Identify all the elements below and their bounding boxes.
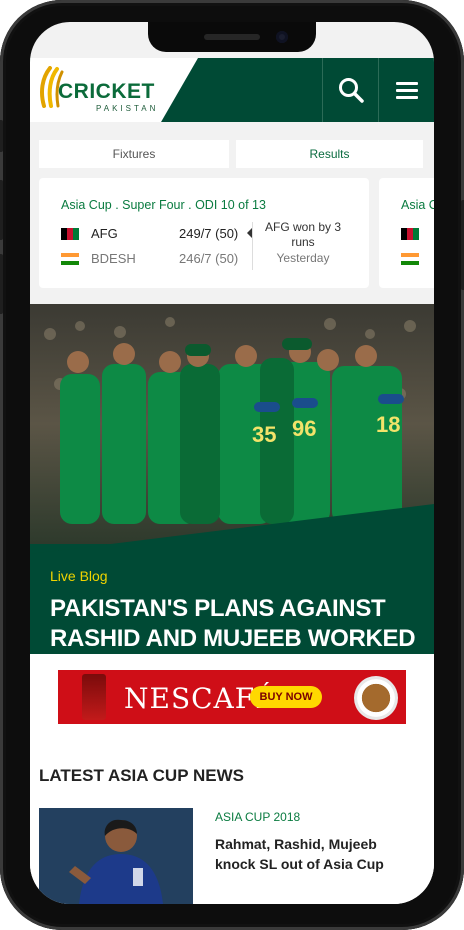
score-card[interactable]: Asia Cup . Super Four . ODI 10 of 13 AFG… bbox=[39, 178, 369, 288]
hero-article[interactable]: 35 96 18 Live Blog PAKISTAN'S PLANS AGAINS… bbox=[30, 304, 434, 654]
brand-name: CRICKET bbox=[58, 80, 155, 103]
phone-frame: CRICKET PAKISTAN Fixtures Results Asia C… bbox=[0, 0, 464, 930]
nescafe-ad-banner[interactable]: NESCAFÉ BUY NOW bbox=[58, 670, 406, 724]
hero-image: 35 96 18 bbox=[30, 304, 434, 544]
team-score: 249/7 (50) bbox=[179, 226, 239, 241]
buy-now-button[interactable]: BUY NOW bbox=[250, 686, 322, 708]
hero-tag: Live Blog bbox=[50, 568, 108, 584]
logo[interactable]: CRICKET PAKISTAN bbox=[30, 58, 198, 122]
search-button[interactable] bbox=[322, 58, 378, 122]
hero-title[interactable]: PAKISTAN'S PLANS AGAINST RASHID AND MUJE… bbox=[50, 594, 422, 654]
team-row-afg: AFG 249/7 (50) bbox=[61, 224, 251, 244]
coffee-cup-icon bbox=[354, 676, 398, 720]
brand-subtitle: PAKISTAN bbox=[96, 104, 159, 113]
news-item-title[interactable]: Rahmat, Rashid, Mujeeb knock SL out of A… bbox=[215, 834, 405, 874]
news-item-tag: ASIA CUP 2018 bbox=[215, 810, 301, 824]
team-row-bdesh: BDESH 246/7 (50) bbox=[61, 249, 251, 269]
search-icon bbox=[338, 78, 364, 103]
hamburger-menu-icon bbox=[395, 78, 418, 103]
divider bbox=[252, 222, 253, 270]
mute-switch bbox=[0, 120, 3, 152]
team-name: AFG bbox=[91, 226, 118, 241]
notch bbox=[148, 22, 316, 52]
match-title: Asia Cup . Super Four . ODI 10 of 13 bbox=[61, 198, 266, 212]
news-section-heading: LATEST ASIA CUP NEWS bbox=[39, 766, 244, 785]
india-flag-icon bbox=[401, 253, 419, 265]
winner-arrow-icon bbox=[247, 228, 252, 238]
india-flag-icon bbox=[61, 253, 79, 265]
afghanistan-flag-icon bbox=[61, 228, 79, 240]
volume-down-button bbox=[0, 254, 3, 314]
front-camera bbox=[276, 31, 288, 43]
svg-text:35: 35 bbox=[252, 422, 276, 447]
screen: CRICKET PAKISTAN Fixtures Results Asia C… bbox=[30, 22, 434, 904]
team-name: BDESH bbox=[91, 251, 136, 266]
news-image bbox=[39, 808, 193, 904]
afghanistan-flag-icon bbox=[401, 228, 419, 240]
svg-text:18: 18 bbox=[376, 412, 400, 437]
match-result: AFG won by 3 runs bbox=[264, 220, 342, 249]
score-card-next[interactable]: Asia C bbox=[379, 178, 434, 288]
site-header: CRICKET PAKISTAN bbox=[30, 58, 434, 122]
tab-results[interactable]: Results bbox=[236, 140, 423, 168]
tab-fixtures[interactable]: Fixtures bbox=[39, 140, 229, 168]
news-thumbnail[interactable] bbox=[39, 808, 193, 904]
svg-text:96: 96 bbox=[292, 416, 316, 441]
team-score: 246/7 (50) bbox=[179, 251, 239, 266]
match-day: Yesterday bbox=[276, 251, 330, 265]
match-title: Asia C bbox=[401, 198, 434, 212]
coffee-jar-icon bbox=[82, 674, 106, 720]
speaker-grille bbox=[204, 34, 260, 40]
menu-button[interactable] bbox=[378, 58, 434, 122]
volume-up-button bbox=[0, 180, 3, 240]
